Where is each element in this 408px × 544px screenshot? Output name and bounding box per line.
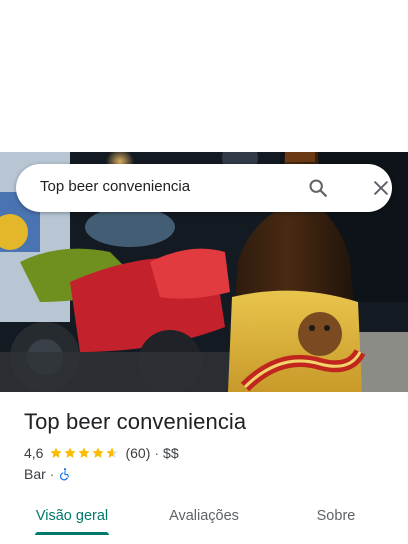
tab-bar: Visão geral Avaliações Sobre xyxy=(0,496,408,536)
close-icon[interactable] xyxy=(367,174,395,202)
rating-value: 4,6 xyxy=(24,445,44,461)
active-tab-indicator xyxy=(35,532,109,535)
star-icon xyxy=(78,447,91,458)
wheelchair-icon xyxy=(60,468,70,481)
star-half-icon xyxy=(106,447,119,458)
rating-row: 4,6 (60) · $$ xyxy=(24,444,179,462)
separator: · xyxy=(49,466,55,482)
category-label: Bar xyxy=(24,466,46,482)
blank-header-area xyxy=(0,0,408,152)
search-bar[interactable]: Top beer conveniencia xyxy=(16,164,392,212)
place-title: Top beer conveniencia xyxy=(24,409,247,434)
star-icon xyxy=(92,447,105,458)
separator: · xyxy=(154,445,160,461)
price-level: $$ xyxy=(163,445,179,461)
star-icon xyxy=(50,447,63,458)
review-count[interactable]: (60) xyxy=(125,445,150,461)
tab-reviews[interactable]: Avaliações xyxy=(156,496,252,536)
star-rating xyxy=(49,446,119,460)
tab-about[interactable]: Sobre xyxy=(290,496,382,536)
star-icon xyxy=(64,447,77,458)
tab-overview[interactable]: Visão geral xyxy=(24,496,120,536)
search-input[interactable]: Top beer conveniencia xyxy=(40,178,190,195)
category-row: Bar · xyxy=(24,465,72,483)
search-icon[interactable] xyxy=(304,174,332,202)
